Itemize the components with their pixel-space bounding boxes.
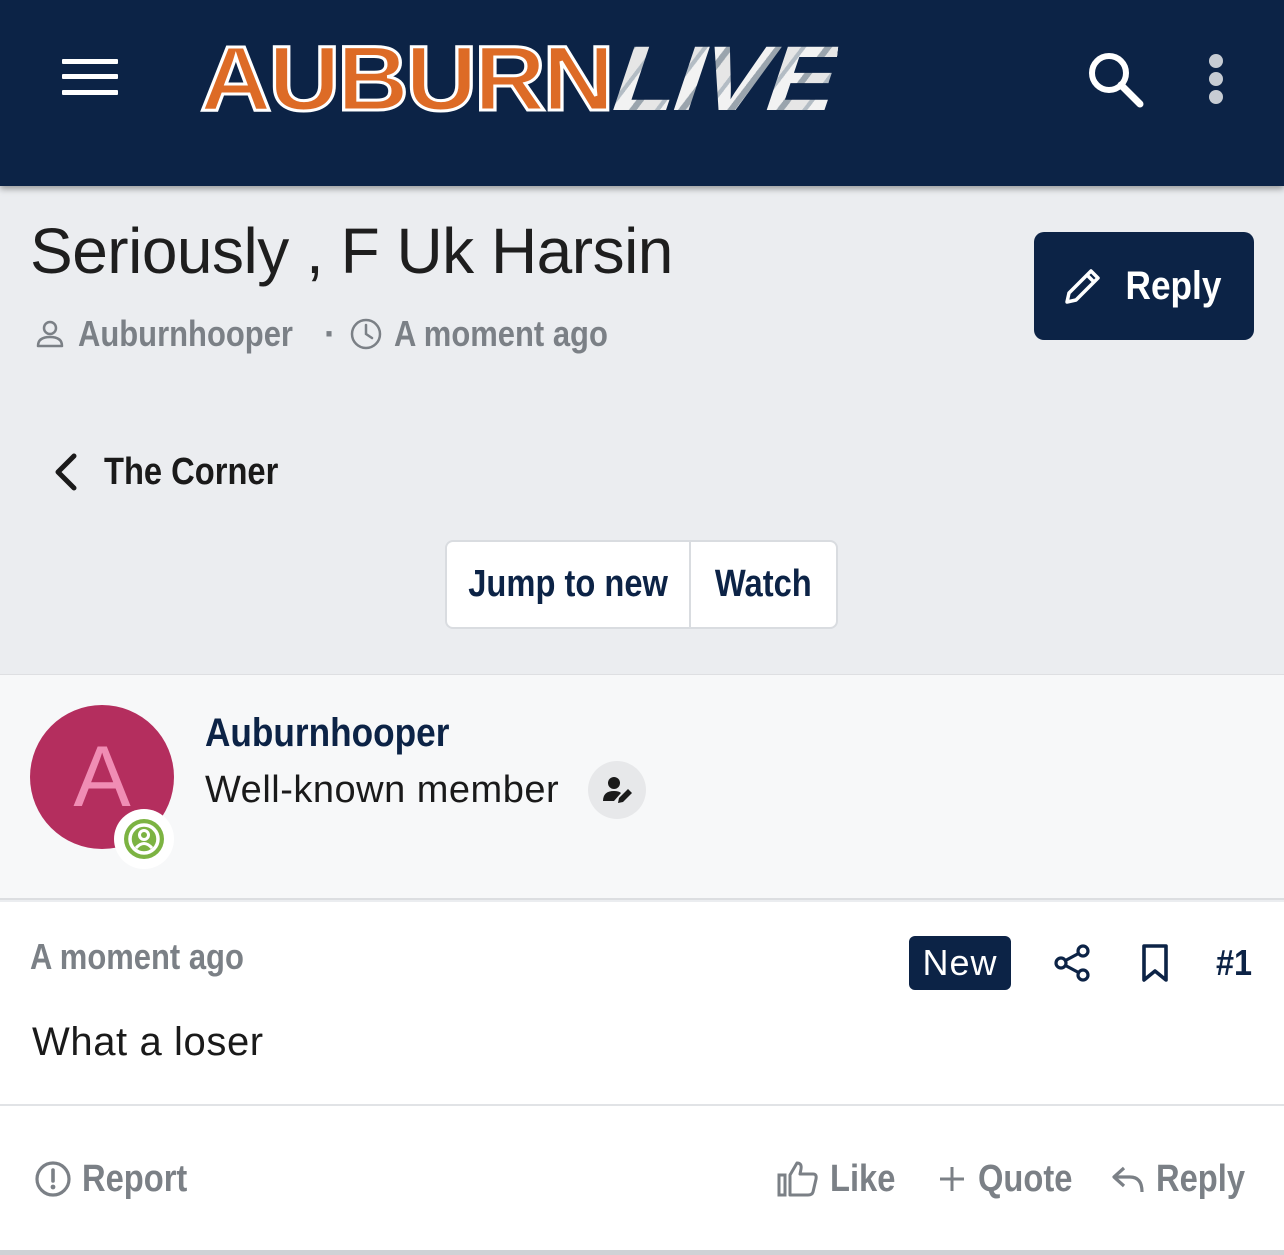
- bottom-divider: [0, 1250, 1284, 1255]
- alert-icon: [35, 1161, 71, 1197]
- like-label: Like: [830, 1157, 896, 1200]
- site-logo[interactable]: AUBURN LIVE: [198, 28, 840, 130]
- jump-to-new-button[interactable]: Jump to new: [447, 542, 691, 627]
- search-icon[interactable]: [1084, 48, 1148, 112]
- like-button[interactable]: Like: [776, 1154, 906, 1204]
- report-button[interactable]: Report: [34, 1154, 204, 1204]
- plus-icon: [940, 1167, 964, 1191]
- new-badge: New: [909, 936, 1011, 990]
- top-navigation-bar: AUBURN LIVE: [0, 0, 1284, 186]
- watch-button[interactable]: Watch: [691, 542, 836, 627]
- reply-arrow-icon: [1112, 1166, 1144, 1193]
- thread-action-group: Jump to new Watch: [445, 540, 838, 629]
- thread-author[interactable]: Auburnhooper: [78, 313, 293, 355]
- post-author-panel: A Auburnhooper Well-known member: [0, 674, 1284, 900]
- post-message: A moment ago New #1 What a loser Report …: [0, 902, 1284, 1250]
- more-vertical-icon[interactable]: [1196, 48, 1236, 112]
- meta-separator: ·: [323, 313, 336, 354]
- quote-label: Quote: [978, 1157, 1073, 1200]
- thread-title: Seriously , F Uk Harsin: [30, 215, 673, 287]
- watch-label: Watch: [715, 563, 812, 605]
- reply-post-button[interactable]: Reply: [1110, 1154, 1259, 1204]
- report-label: Report: [82, 1157, 188, 1200]
- post-body: What a loser: [32, 1020, 264, 1064]
- post-username[interactable]: Auburnhooper: [205, 711, 449, 756]
- thread-posted-time[interactable]: A moment ago: [394, 313, 608, 355]
- hamburger-menu-icon[interactable]: [58, 56, 122, 102]
- jump-to-new-label: Jump to new: [468, 563, 668, 605]
- logo-text-secondary: LIVE: [608, 28, 841, 130]
- user-icon: [36, 320, 64, 348]
- share-icon[interactable]: [1052, 942, 1094, 984]
- reply-thread-button[interactable]: Reply: [1034, 232, 1254, 340]
- member-badge-icon[interactable]: [588, 761, 646, 819]
- bookmark-icon[interactable]: [1136, 942, 1174, 984]
- user-title: Well-known member: [205, 769, 560, 811]
- quote-button[interactable]: Quote: [936, 1154, 1088, 1204]
- breadcrumb-back[interactable]: The Corner: [48, 446, 307, 498]
- pencil-icon: [1064, 269, 1100, 304]
- thumbs-up-icon: [777, 1161, 818, 1197]
- thread-meta: Auburnhooper · A moment ago: [32, 312, 643, 356]
- online-status-icon: [114, 809, 174, 869]
- breadcrumb-label: The Corner: [104, 450, 279, 493]
- chevron-left-icon: [55, 453, 77, 491]
- post-time[interactable]: A moment ago: [30, 936, 244, 978]
- post-number[interactable]: #1: [1216, 942, 1252, 984]
- post-footer-divider: [0, 1104, 1284, 1106]
- reply-thread-label: Reply: [1125, 263, 1221, 308]
- clock-icon: [350, 318, 382, 350]
- logo-text-primary: AUBURN: [198, 28, 616, 130]
- reply-post-label: Reply: [1156, 1157, 1245, 1200]
